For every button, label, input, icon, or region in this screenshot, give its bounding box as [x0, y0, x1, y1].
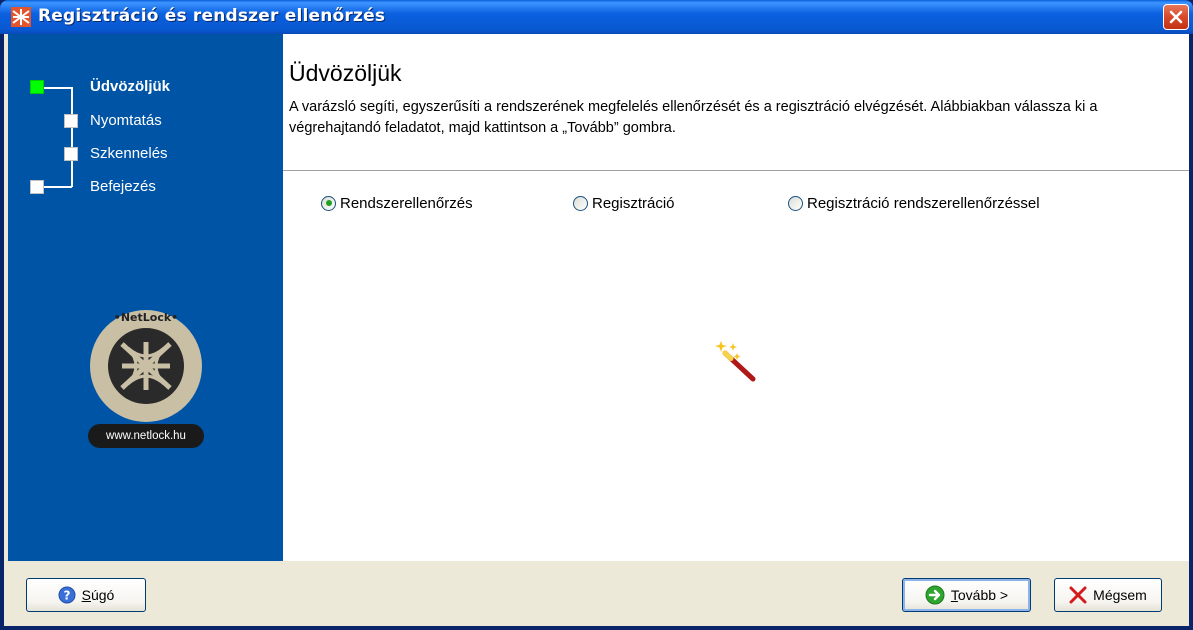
netlock-url: www.netlock.hu: [88, 424, 204, 448]
radio-label[interactable]: Regisztráció: [592, 195, 675, 212]
dialog-body: Üdvözöljük Nyomtatás Szkennelés Befejezé…: [4, 34, 1189, 626]
radio-regisztracio-rendszerellenorzessel[interactable]: Regisztráció rendszerellenőrzéssel: [788, 191, 1040, 215]
radio-rendszerellenorzes[interactable]: Rendszerellenőrzés: [321, 191, 473, 215]
radio-regisztracio[interactable]: Regisztráció: [573, 191, 675, 215]
cancel-x-icon: [1069, 586, 1087, 604]
step-label: Befejezés: [90, 178, 156, 195]
arrow-right-icon: [925, 585, 945, 605]
help-icon: ?: [58, 586, 76, 604]
tree-connector: [44, 186, 72, 188]
help-button-label: Súgó: [81, 587, 115, 603]
page-description: A varázsló segíti, egyszerűsíti a rendsz…: [289, 99, 1098, 136]
radio-label[interactable]: Regisztráció rendszerellenőrzéssel: [807, 195, 1040, 212]
task-options: Rendszerellenőrzés Regisztráció Regisztr…: [283, 191, 1189, 221]
step-indicator: [30, 180, 44, 194]
radio-button[interactable]: [788, 195, 803, 211]
netlock-seal-logo: •NetLock•: [90, 310, 202, 422]
tree-connector: [44, 87, 72, 89]
next-button-label: Tovább >: [950, 587, 1009, 603]
step-label: Nyomtatás: [90, 112, 162, 129]
help-button[interactable]: ? Súgó: [26, 578, 146, 612]
next-button[interactable]: Tovább >: [902, 578, 1031, 612]
magic-wand-icon: [715, 341, 756, 382]
content-header: Üdvözöljük A varázsló segíti, egyszerűsí…: [283, 34, 1189, 171]
netlock-app-icon: [11, 7, 31, 27]
wizard-sidebar: Üdvözöljük Nyomtatás Szkennelés Befejezé…: [8, 34, 283, 561]
step-indicator-active: [30, 80, 44, 94]
close-icon: [1169, 10, 1183, 24]
button-bar: ? Súgó Tovább > Mégsem: [4, 561, 1189, 626]
radio-button-checked[interactable]: [321, 195, 336, 211]
step-label: Szkennelés: [90, 145, 168, 162]
step-indicator: [64, 114, 78, 128]
svg-text:?: ?: [63, 589, 70, 603]
radio-label[interactable]: Rendszerellenőrzés: [340, 195, 473, 212]
radio-button[interactable]: [573, 195, 588, 211]
svg-text:•NetLock•: •NetLock•: [114, 311, 178, 324]
page-title: Üdvözöljük: [289, 60, 402, 86]
window-title: Regisztráció és rendszer ellenőrzés: [38, 6, 386, 26]
step-indicator: [64, 147, 78, 161]
close-button[interactable]: [1163, 4, 1189, 30]
title-bar[interactable]: Regisztráció és rendszer ellenőrzés: [0, 0, 1193, 34]
wizard-content: Üdvözöljük A varázsló segíti, egyszerűsí…: [283, 34, 1189, 561]
cancel-button-label: Mégsem: [1093, 587, 1147, 603]
step-label: Üdvözöljük: [90, 78, 171, 95]
dialog-window: Regisztráció és rendszer ellenőrzés Üdvö…: [0, 0, 1193, 630]
cancel-button[interactable]: Mégsem: [1054, 578, 1162, 612]
tree-connector: [71, 87, 73, 187]
